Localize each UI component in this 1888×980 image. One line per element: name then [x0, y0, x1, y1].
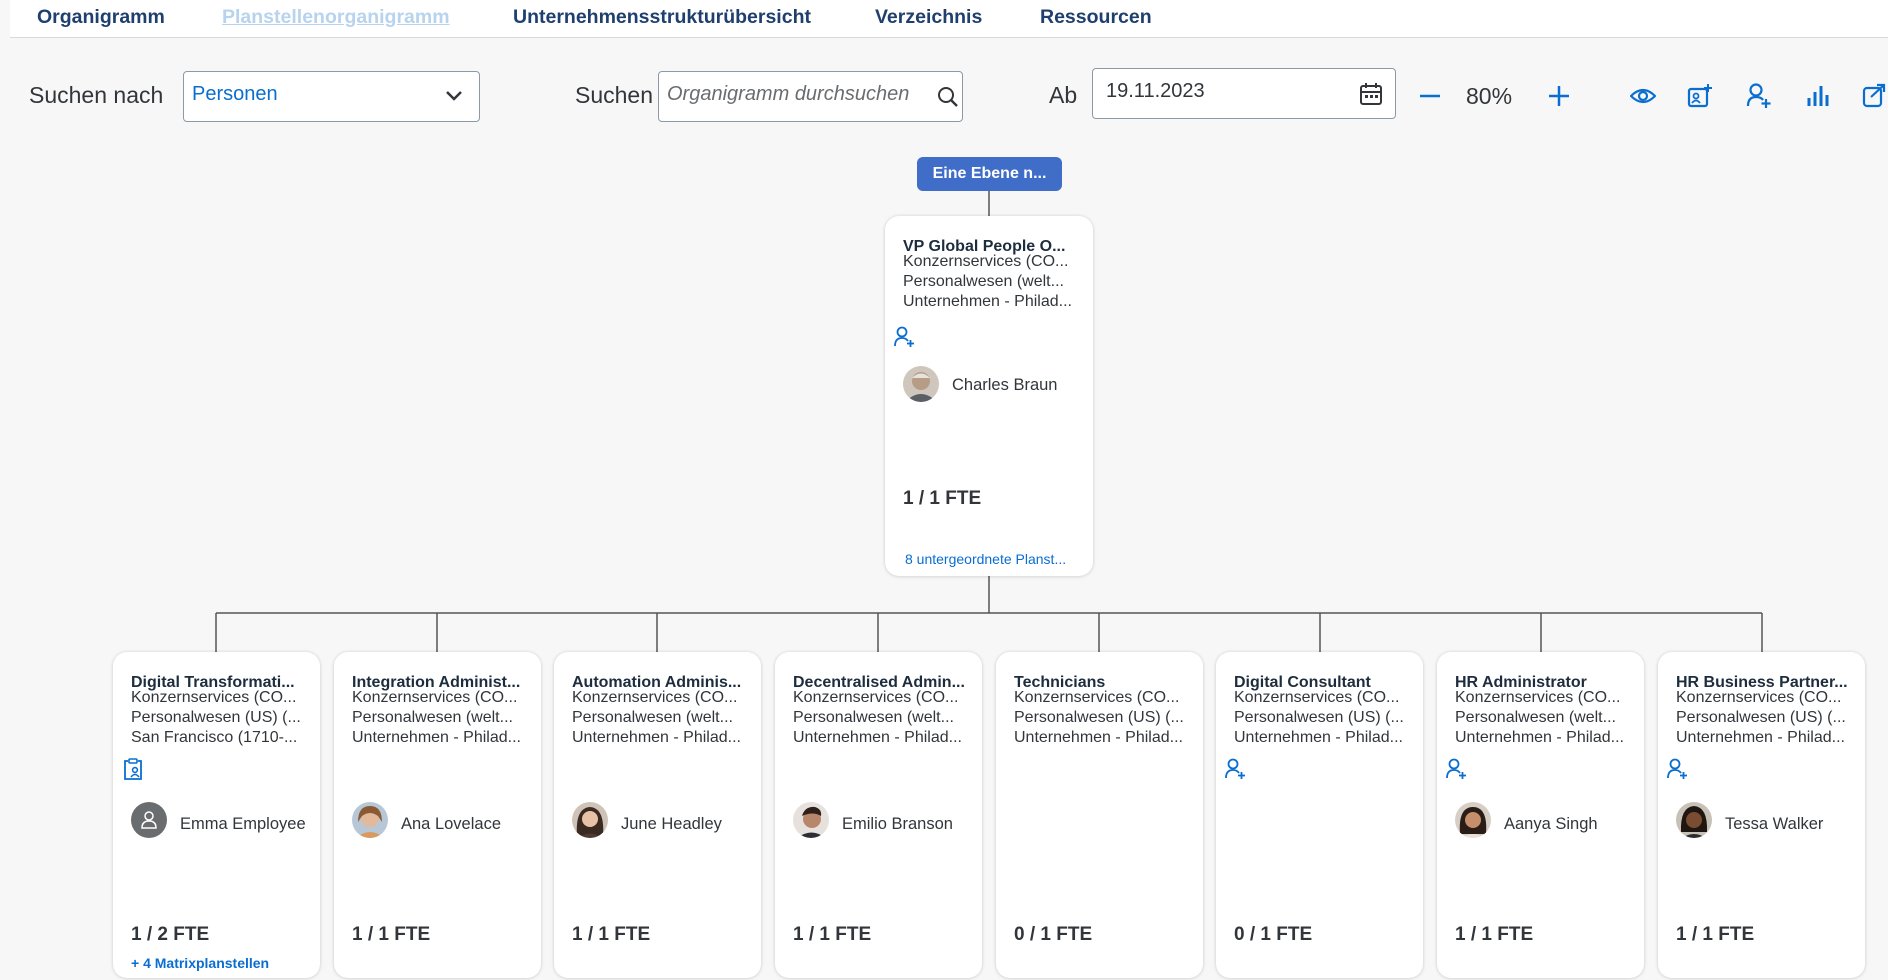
add-person-icon[interactable]: [1225, 758, 1247, 780]
position-card[interactable]: HR Business Partner... Konzernservices (…: [1658, 652, 1865, 978]
avatar[interactable]: [1676, 802, 1712, 838]
position-detail: Personalwesen (US) (...: [1014, 709, 1184, 726]
position-detail: Unternehmen - Philad...: [903, 293, 1072, 310]
position-detail: San Francisco (1710-...: [131, 729, 298, 746]
person-name[interactable]: Ana Lovelace: [401, 815, 501, 834]
position-detail: Unternehmen - Philad...: [1014, 729, 1183, 746]
fte-count: 0 / 1 FTE: [1014, 924, 1093, 945]
person-name[interactable]: Aanya Singh: [1504, 815, 1598, 834]
position-detail: Konzernservices (CO...: [1676, 689, 1842, 706]
position-detail: Konzernservices (CO...: [1234, 689, 1400, 706]
position-detail: Unternehmen - Philad...: [572, 729, 741, 746]
position-detail: Konzernservices (CO...: [793, 689, 959, 706]
position-detail: Personalwesen (welt...: [903, 273, 1064, 290]
position-detail: Unternehmen - Philad...: [1676, 729, 1845, 746]
fte-count: 1 / 1 FTE: [793, 924, 872, 945]
add-person-icon[interactable]: [1446, 758, 1468, 780]
position-card[interactable]: Decentralised Admin... Konzernservices (…: [775, 652, 982, 978]
fte-count: 1 / 1 FTE: [352, 924, 431, 945]
position-detail: Konzernservices (CO...: [131, 689, 297, 706]
person-name[interactable]: June Headley: [621, 815, 722, 834]
position-detail: Personalwesen (welt...: [352, 709, 513, 726]
one-level-up-button[interactable]: Eine Ebene n...: [917, 157, 1062, 191]
avatar-placeholder[interactable]: [131, 802, 167, 838]
position-detail: Personalwesen (welt...: [793, 709, 954, 726]
position-detail: Personalwesen (US) (...: [1234, 709, 1404, 726]
position-detail: Konzernservices (CO...: [572, 689, 738, 706]
position-card[interactable]: Digital Consultant Konzernservices (CO..…: [1216, 652, 1423, 978]
fte-count: 1 / 1 FTE: [903, 488, 982, 509]
position-detail: Personalwesen (welt...: [1455, 709, 1616, 726]
position-detail: Unternehmen - Philad...: [352, 729, 521, 746]
subordinate-positions-link[interactable]: 8 untergeordnete Planst...: [905, 551, 1066, 567]
position-card[interactable]: Digital Transformati... Konzernservices …: [113, 652, 320, 978]
person-name[interactable]: Tessa Walker: [1725, 815, 1823, 834]
position-detail: Unternehmen - Philad...: [1234, 729, 1403, 746]
clipboard-person-icon[interactable]: [123, 758, 143, 780]
avatar[interactable]: [793, 802, 829, 838]
position-detail: Unternehmen - Philad...: [793, 729, 962, 746]
root-position-card[interactable]: VP Global People O... Konzernservices (C…: [885, 216, 1093, 576]
fte-count: 1 / 1 FTE: [1455, 924, 1534, 945]
avatar[interactable]: [572, 802, 608, 838]
add-person-icon[interactable]: [1667, 758, 1689, 780]
position-card[interactable]: Technicians Konzernservices (CO... Perso…: [996, 652, 1203, 978]
position-card[interactable]: HR Administrator Konzernservices (CO... …: [1437, 652, 1644, 978]
position-detail: Unternehmen - Philad...: [1455, 729, 1624, 746]
position-detail: Personalwesen (US) (...: [1676, 709, 1846, 726]
position-detail: Konzernservices (CO...: [1455, 689, 1621, 706]
position-detail: Konzernservices (CO...: [352, 689, 518, 706]
matrix-positions-link[interactable]: + 4 Matrixplanstellen: [131, 955, 269, 971]
position-detail: Personalwesen (US) (...: [131, 709, 301, 726]
person-name[interactable]: Emma Employee: [180, 815, 306, 834]
position-detail: Konzernservices (CO...: [1014, 689, 1180, 706]
avatar[interactable]: [903, 366, 939, 402]
position-detail: Konzernservices (CO...: [903, 253, 1069, 270]
fte-count: 0 / 1 FTE: [1234, 924, 1313, 945]
add-person-icon[interactable]: [894, 326, 916, 348]
position-detail: Personalwesen (welt...: [572, 709, 733, 726]
fte-count: 1 / 2 FTE: [131, 924, 210, 945]
person-name[interactable]: Emilio Branson: [842, 815, 953, 834]
avatar[interactable]: [352, 802, 388, 838]
position-card[interactable]: Automation Adminis... Konzernservices (C…: [554, 652, 761, 978]
person-name[interactable]: Charles Braun: [952, 376, 1057, 395]
fte-count: 1 / 1 FTE: [572, 924, 651, 945]
avatar[interactable]: [1455, 802, 1491, 838]
fte-count: 1 / 1 FTE: [1676, 924, 1755, 945]
position-card[interactable]: Integration Administ... Konzernservices …: [334, 652, 541, 978]
